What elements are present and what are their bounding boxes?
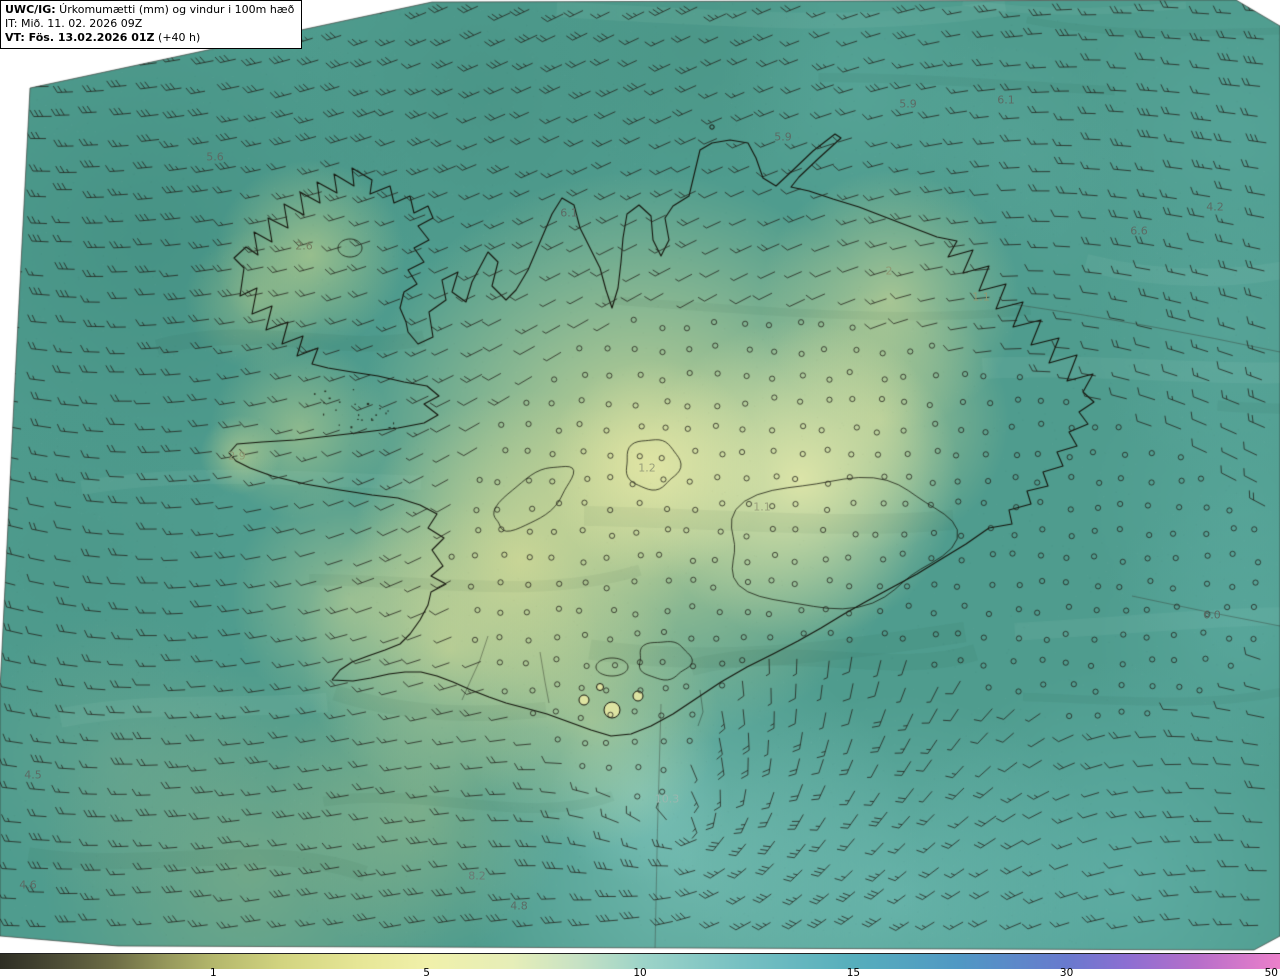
weather-map-app: 5.65.95.96.14.26.66.12.621.12.91.21.16.0… [0, 0, 1280, 978]
colorbar-tick-labels: 1510153050 [0, 952, 1280, 978]
map-canvas [0, 0, 1280, 952]
lead-time: (+40 h) [155, 31, 201, 44]
colorbar-tick-label: 10 [633, 968, 646, 978]
map-title-box: UWC/IG: Úrkomumætti (mm) og vindur i 100… [0, 0, 302, 49]
valid-time: VT: Fös. 13.02.2026 01Z [5, 31, 155, 44]
colorbar: 1510153050 [0, 952, 1280, 978]
colorbar-tick-label: 1 [210, 968, 217, 978]
title-line-1: UWC/IG: Úrkomumætti (mm) og vindur i 100… [5, 3, 294, 17]
init-time: IT: Mið. 11. 02. 2026 09Z [5, 17, 294, 31]
colorbar-tick-label: 30 [1060, 968, 1073, 978]
colorbar-tick-label: 50 [1265, 968, 1278, 978]
model-name: UWC/IG: [5, 3, 56, 16]
title-line-3: VT: Fös. 13.02.2026 01Z (+40 h) [5, 31, 294, 45]
colorbar-tick-label: 15 [847, 968, 860, 978]
map-title: Úrkomumætti (mm) og vindur i 100m hæð [56, 3, 295, 16]
colorbar-tick-label: 5 [423, 968, 430, 978]
